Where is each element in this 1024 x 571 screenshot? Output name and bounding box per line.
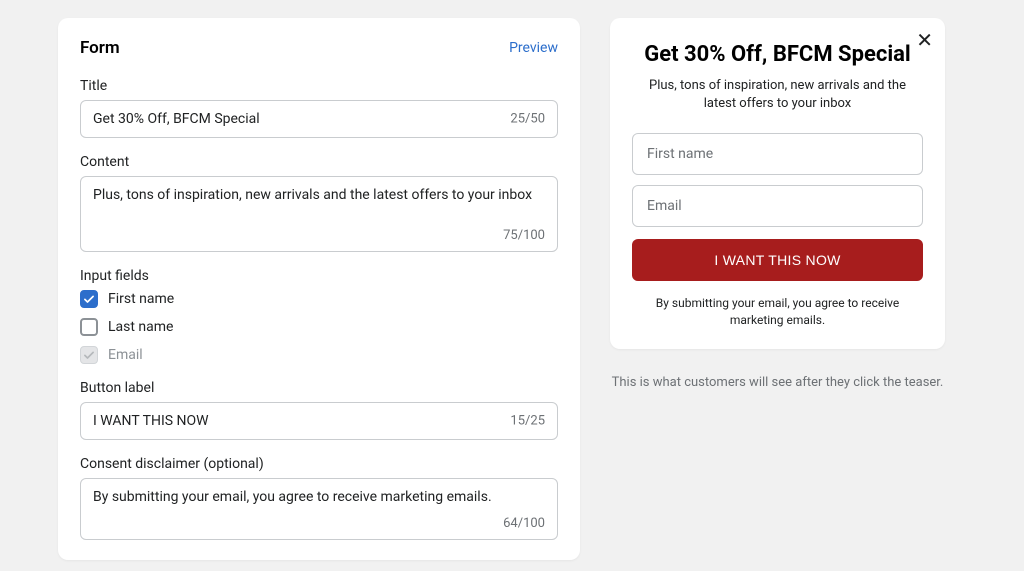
- consent-counter: 64/100: [503, 516, 545, 531]
- check-icon: [83, 349, 95, 361]
- checkbox-email: [80, 346, 98, 364]
- preview-hint-text: This is what customers will see after th…: [610, 375, 945, 390]
- consent-label: Consent disclaimer (optional): [80, 456, 558, 472]
- checkbox-row-email: Email: [80, 346, 558, 364]
- check-icon: [83, 293, 95, 305]
- button-label-input[interactable]: [81, 403, 557, 439]
- preview-email-input[interactable]: [632, 185, 923, 227]
- close-icon[interactable]: ✕: [916, 30, 933, 50]
- consent-textarea[interactable]: By submitting your email, you agree to r…: [81, 479, 557, 535]
- form-editor-card: Form Preview Title 25/50 Content Plus, t…: [58, 18, 580, 560]
- title-label: Title: [80, 78, 558, 94]
- preview-first-name-input[interactable]: [632, 133, 923, 175]
- checkbox-label: First name: [108, 291, 174, 307]
- preview-link[interactable]: Preview: [509, 40, 558, 56]
- checkbox-row-first-name[interactable]: First name: [80, 290, 558, 308]
- checkbox-first-name[interactable]: [80, 290, 98, 308]
- preview-disclaimer: By submitting your email, you agree to r…: [632, 295, 923, 329]
- checkbox-last-name[interactable]: [80, 318, 98, 336]
- title-counter: 25/50: [510, 112, 545, 127]
- content-counter: 75/100: [503, 228, 545, 243]
- title-input[interactable]: [81, 101, 557, 137]
- section-title: Form: [80, 38, 120, 58]
- checkbox-label: Last name: [108, 319, 173, 335]
- preview-heading: Get 30% Off, BFCM Special: [632, 42, 923, 67]
- button-label-counter: 15/25: [510, 414, 545, 429]
- button-label-label: Button label: [80, 380, 558, 396]
- preview-subheading: Plus, tons of inspiration, new arrivals …: [632, 77, 923, 113]
- preview-popup-card: ✕ Get 30% Off, BFCM Special Plus, tons o…: [610, 18, 945, 349]
- content-label: Content: [80, 154, 558, 170]
- input-fields-label: Input fields: [80, 268, 558, 284]
- checkbox-label: Email: [108, 347, 143, 363]
- content-textarea[interactable]: Plus, tons of inspiration, new arrivals …: [81, 177, 557, 247]
- preview-submit-button[interactable]: I WANT THIS NOW: [632, 239, 923, 281]
- checkbox-row-last-name[interactable]: Last name: [80, 318, 558, 336]
